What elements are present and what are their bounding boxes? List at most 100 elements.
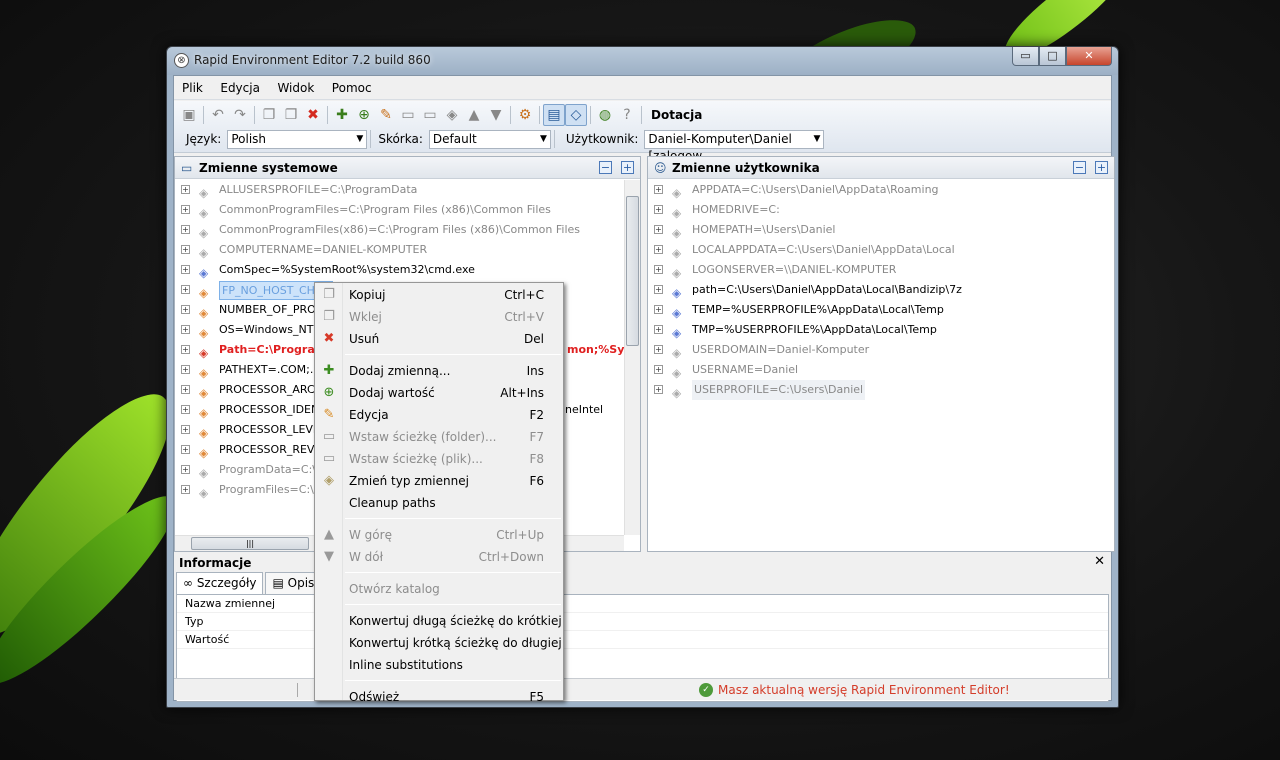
- save-icon[interactable]: ▣: [178, 104, 200, 126]
- help-icon[interactable]: ?: [616, 104, 638, 126]
- copy-icon[interactable]: ❐: [258, 104, 280, 126]
- expand-icon[interactable]: +: [181, 265, 190, 274]
- variable-text: CommonProgramFiles(x86)=C:\Program Files…: [219, 223, 581, 236]
- close-icon[interactable]: ✕: [1094, 554, 1105, 569]
- user-select[interactable]: Daniel-Komputer\Daniel [zalogow▼: [644, 129, 825, 163]
- add-value-icon[interactable]: ⊕: [353, 104, 375, 126]
- expand-icon[interactable]: +: [181, 325, 190, 334]
- expand-icon[interactable]: +: [654, 245, 663, 254]
- expand-icon[interactable]: +: [654, 225, 663, 234]
- menu-item-usun[interactable]: ✖ Usuń Del: [315, 328, 563, 350]
- menu-item-otworz-katalog[interactable]: Otwórz katalog: [315, 578, 563, 600]
- language-label: Język:: [186, 132, 222, 146]
- variable-text: LOGONSERVER=\\DANIEL-KOMPUTER: [692, 263, 897, 276]
- minimize-button[interactable]: ▭: [1012, 47, 1039, 66]
- expand-icon[interactable]: +: [181, 305, 190, 314]
- collapse-all-icon[interactable]: −: [1073, 161, 1086, 174]
- settings-icon[interactable]: ⚙: [514, 104, 536, 126]
- globe-icon[interactable]: ◍: [594, 104, 616, 126]
- add-variable-icon[interactable]: ✚: [331, 104, 353, 126]
- expand-icon[interactable]: +: [181, 245, 190, 254]
- menu-item-zmien-typ-zmiennej[interactable]: ◈ Zmień typ zmiennej F6: [315, 470, 563, 492]
- collapse-all-icon[interactable]: −: [599, 161, 612, 174]
- expand-icon[interactable]: +: [181, 425, 190, 434]
- variable-text: NUMBER_OF_PROC: [219, 303, 324, 316]
- expand-icon[interactable]: +: [181, 345, 190, 354]
- expand-icon[interactable]: +: [181, 465, 190, 474]
- tag-icon: ◈: [199, 426, 209, 440]
- insert-file-icon[interactable]: ▭: [419, 104, 441, 126]
- language-select[interactable]: Polish ▼: [227, 129, 368, 149]
- arrow-down-icon[interactable]: ▼: [485, 104, 507, 126]
- tag-view-icon[interactable]: ◇: [565, 104, 587, 126]
- expand-icon[interactable]: +: [654, 185, 663, 194]
- delete-icon[interactable]: ✖: [302, 104, 324, 126]
- expand-icon[interactable]: +: [654, 325, 663, 334]
- info-panel-icon[interactable]: ▤: [543, 104, 565, 126]
- skin-select[interactable]: Default ▼: [428, 129, 551, 149]
- menu-pomoc[interactable]: Pomoc: [326, 76, 378, 100]
- expand-icon[interactable]: +: [654, 345, 663, 354]
- expand-icon[interactable]: +: [181, 405, 190, 414]
- menu-item-konwertuj-dluga-sciezke-do-krotkiej[interactable]: Konwertuj długą ścieżkę do krótkiej: [315, 610, 563, 632]
- menu-item-label: W górę: [349, 528, 392, 542]
- expand-icon[interactable]: +: [181, 205, 190, 214]
- toolbar-separator: [254, 106, 255, 124]
- menu-item-dodaj-zmienna[interactable]: ✚ Dodaj zmienną... Ins: [315, 360, 563, 382]
- expand-icon[interactable]: +: [654, 285, 663, 294]
- title-bar[interactable]: ⊗ Rapid Environment Editor 7.2 build 860…: [167, 47, 1118, 75]
- scroll-thumb[interactable]: [626, 196, 639, 346]
- maximize-button[interactable]: □: [1039, 47, 1066, 66]
- menu-item-shortcut: F8: [529, 452, 544, 466]
- menu-item-edycja[interactable]: ✎ Edycja F2: [315, 404, 563, 426]
- expand-icon[interactable]: +: [654, 265, 663, 274]
- expand-icon[interactable]: +: [654, 385, 663, 394]
- expand-icon[interactable]: +: [654, 305, 663, 314]
- menu-item-shortcut: F2: [529, 408, 544, 422]
- undo-icon[interactable]: ↶: [207, 104, 229, 126]
- redo-icon[interactable]: ↷: [229, 104, 251, 126]
- scroll-thumb[interactable]: |||: [191, 537, 309, 550]
- menu-item-dodaj-wartosc[interactable]: ⊕ Dodaj wartość Alt+Ins: [315, 382, 563, 404]
- paste-icon[interactable]: ❐: [280, 104, 302, 126]
- menu-widok[interactable]: Widok: [271, 76, 320, 100]
- app-icon[interactable]: ⊗: [174, 53, 189, 68]
- close-button[interactable]: ✕: [1066, 47, 1112, 66]
- menu-item-w-dol[interactable]: ▼ W dół Ctrl+Down: [315, 546, 563, 568]
- expand-icon[interactable]: +: [181, 385, 190, 394]
- donate-button[interactable]: Dotacja: [651, 108, 702, 122]
- expand-all-icon[interactable]: +: [1095, 161, 1108, 174]
- change-type-icon[interactable]: ◈: [441, 104, 463, 126]
- variable-text: USERPROFILE=C:\Users\Daniel: [692, 380, 866, 400]
- arrow-up-icon[interactable]: ▲: [463, 104, 485, 126]
- expand-icon[interactable]: +: [181, 485, 190, 494]
- menu-item-odswiez[interactable]: Odśwież F5: [315, 686, 563, 708]
- expand-icon[interactable]: +: [181, 285, 190, 294]
- expand-icon[interactable]: +: [181, 365, 190, 374]
- menu-item-cleanup-paths[interactable]: Cleanup paths: [315, 492, 563, 514]
- tab-details[interactable]: ∞ Szczegóły: [176, 572, 264, 594]
- expand-icon[interactable]: +: [181, 225, 190, 234]
- expand-icon[interactable]: +: [181, 185, 190, 194]
- expand-all-icon[interactable]: +: [621, 161, 634, 174]
- expand-icon[interactable]: +: [654, 205, 663, 214]
- vertical-scrollbar[interactable]: [624, 180, 640, 535]
- chevron-down-icon: ▼: [813, 133, 821, 144]
- expand-icon[interactable]: +: [654, 365, 663, 374]
- menu-edycja[interactable]: Edycja: [214, 76, 266, 100]
- update-status[interactable]: Masz aktualną wersję Rapid Environment E…: [718, 683, 1010, 697]
- menu-item-kopiuj[interactable]: ❐ Kopiuj Ctrl+C: [315, 284, 563, 306]
- tag-icon: ◈: [199, 206, 209, 220]
- tab-description[interactable]: ▤ Opis: [265, 572, 322, 594]
- insert-folder-icon[interactable]: ▭: [397, 104, 419, 126]
- menu-item-wklej[interactable]: ❐ Wklej Ctrl+V: [315, 306, 563, 328]
- menu-plik[interactable]: Plik: [176, 76, 209, 100]
- menu-item-wstaw-sciezke-folder[interactable]: ▭ Wstaw ścieżkę (folder)... F7: [315, 426, 563, 448]
- tag-icon: ◈: [199, 486, 209, 500]
- menu-item-w-gore[interactable]: ▲ W górę Ctrl+Up: [315, 524, 563, 546]
- expand-icon[interactable]: +: [181, 445, 190, 454]
- edit-icon[interactable]: ✎: [375, 104, 397, 126]
- menu-item-inline-substitutions[interactable]: Inline substitutions: [315, 654, 563, 676]
- menu-item-wstaw-sciezke-plik[interactable]: ▭ Wstaw ścieżkę (plik)... F8: [315, 448, 563, 470]
- menu-item-konwertuj-krotka-sciezke-do-dlugiej[interactable]: Konwertuj krótką ścieżkę do długiej: [315, 632, 563, 654]
